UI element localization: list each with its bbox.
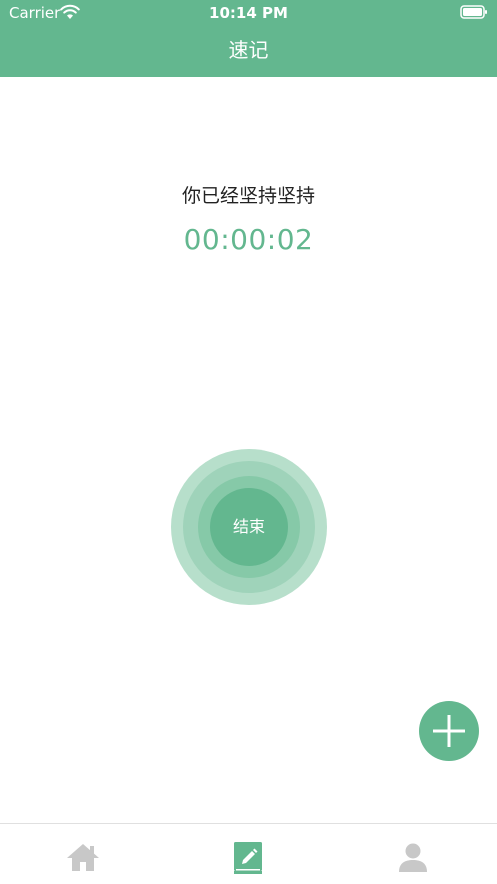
top-bar: Carrier 10:14 PM 速记 xyxy=(0,0,497,77)
status-bar: Carrier 10:14 PM xyxy=(0,0,497,26)
end-button[interactable]: 结束 xyxy=(210,488,288,566)
tab-note[interactable] xyxy=(228,838,268,878)
elapsed-timer: 00:00:02 xyxy=(183,223,314,256)
home-icon xyxy=(67,844,99,871)
tab-profile[interactable] xyxy=(393,838,433,878)
add-button[interactable] xyxy=(419,701,479,761)
persist-label: 你已经坚持坚持 xyxy=(181,185,315,207)
status-time: 10:14 PM xyxy=(209,4,288,22)
battery-icon xyxy=(460,5,487,19)
tab-bar xyxy=(0,823,497,884)
tab-home[interactable] xyxy=(63,838,103,878)
profile-icon xyxy=(399,843,427,872)
note-icon xyxy=(234,842,262,874)
plus-icon xyxy=(433,715,465,747)
page-title: 速记 xyxy=(228,38,269,62)
